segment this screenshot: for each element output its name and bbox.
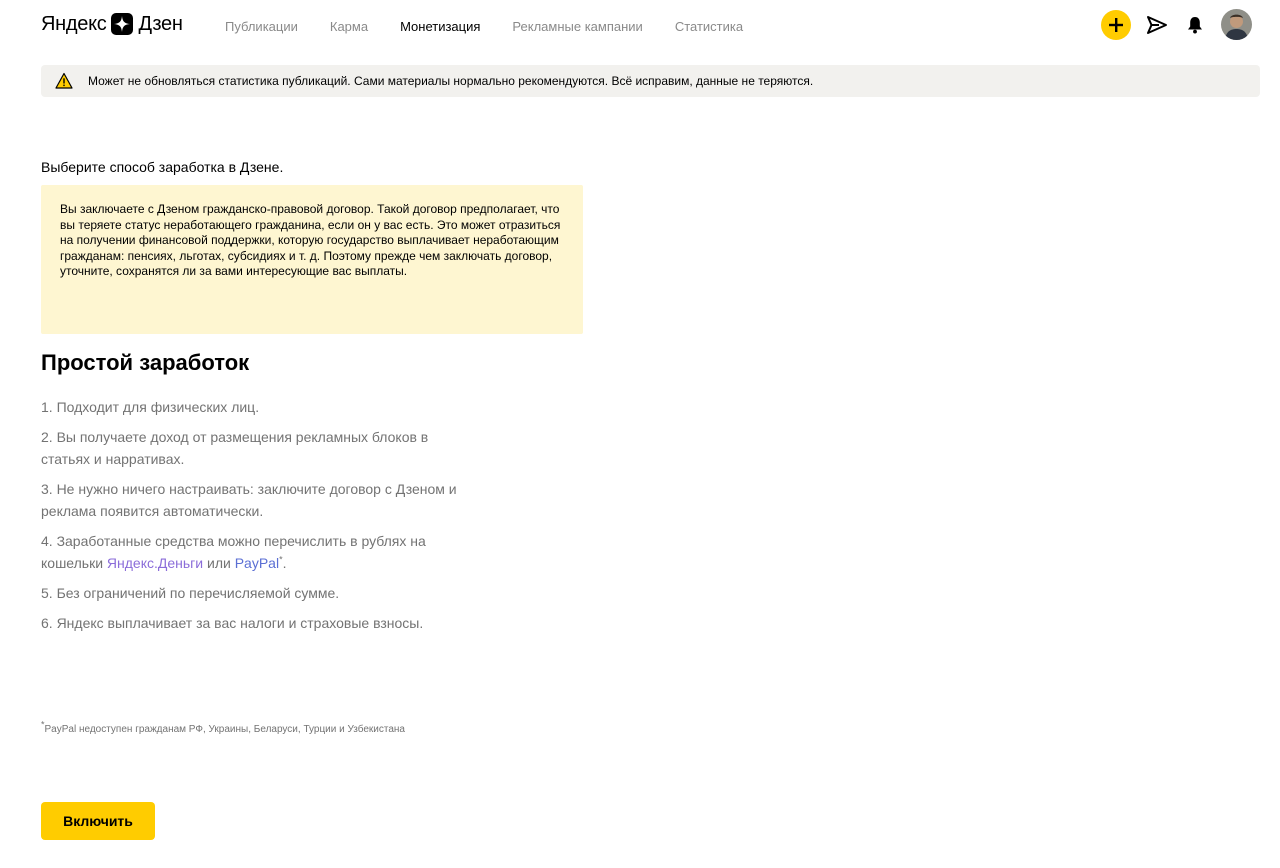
yandex-money-link[interactable]: Яндекс.Деньги xyxy=(107,555,203,571)
nav-item-ad-campaigns[interactable]: Рекламные кампании xyxy=(512,19,642,34)
item4-suffix: . xyxy=(282,555,287,571)
nav-item-statistics[interactable]: Статистика xyxy=(675,19,743,34)
nav-item-karma[interactable]: Карма xyxy=(330,19,368,34)
nav-item-publications[interactable]: Публикации xyxy=(225,19,298,34)
zen-logo-icon xyxy=(111,13,134,35)
notice-banner: Может не обновляться статистика публикац… xyxy=(41,65,1260,97)
list-item: 2. Вы получаете доход от размещения рекл… xyxy=(41,429,429,467)
footnote-text: PayPal недоступен гражданам РФ, Украины,… xyxy=(44,724,405,735)
send-icon xyxy=(1147,15,1167,34)
send-button[interactable] xyxy=(1145,13,1169,37)
contract-warning-text: Вы заключаете с Дзеном гражданско-правов… xyxy=(60,202,561,278)
logo-yandex-text: Яндекс xyxy=(41,12,107,35)
item4-middle: или xyxy=(203,555,235,571)
list-item: 4. Заработанные средства можно перечисли… xyxy=(41,530,461,574)
page-intro: Выберите способ заработка в Дзене. xyxy=(41,159,284,175)
list-item: 6. Яндекс выплачивает за вас налоги и ст… xyxy=(41,615,424,631)
paypal-link[interactable]: PayPal xyxy=(235,555,279,571)
footnote: *PayPal недоступен гражданам РФ, Украины… xyxy=(41,720,451,740)
nav-item-monetization[interactable]: Монетизация xyxy=(400,19,480,34)
top-header: Яндекс Дзен Публикации Карма Монетизация… xyxy=(0,0,1280,52)
plus-icon xyxy=(1109,17,1123,32)
avatar[interactable] xyxy=(1221,9,1252,40)
create-button[interactable] xyxy=(1101,9,1131,40)
list-item: 5. Без ограничений по перечисляемой сумм… xyxy=(41,585,340,601)
notice-text: Может не обновляться статистика публикац… xyxy=(88,74,814,88)
warning-icon xyxy=(55,72,73,89)
enable-button[interactable]: Включить xyxy=(41,802,155,840)
list-item: 1. Подходит для физических лиц. xyxy=(41,399,260,415)
notifications-button[interactable] xyxy=(1183,13,1207,37)
contract-warning-box: Вы заключаете с Дзеном гражданско-правов… xyxy=(41,185,583,334)
header-tools xyxy=(1101,9,1252,40)
list-item: 3. Не нужно ничего настраивать: заключит… xyxy=(41,481,457,519)
user-avatar-icon xyxy=(1221,9,1252,40)
logo[interactable]: Яндекс Дзен xyxy=(41,10,183,38)
benefits-list: 1. Подходит для физических лиц. 2. Вы по… xyxy=(41,396,461,642)
section-title: Простой заработок xyxy=(41,350,250,375)
logo-zen-text: Дзен xyxy=(138,12,183,35)
bell-icon xyxy=(1188,16,1202,33)
main-nav: Публикации Карма Монетизация Рекламные к… xyxy=(225,0,775,52)
